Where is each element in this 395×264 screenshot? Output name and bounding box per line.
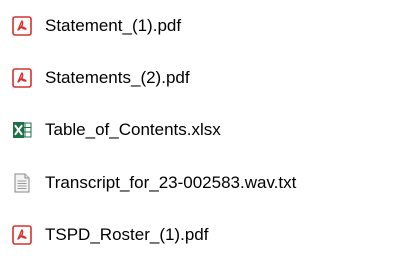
pdf-icon <box>12 68 32 88</box>
file-name: TSPD_Roster_(1).pdf <box>45 225 209 244</box>
file-item[interactable]: Statement_(1).pdf <box>0 0 395 52</box>
file-name: Transcript_for_23-002583.wav.txt <box>45 173 297 192</box>
file-item[interactable]: Table_of_Contents.xlsx <box>0 104 395 156</box>
file-item[interactable]: TSPD_Roster_(1).pdf <box>0 209 395 261</box>
text-file-icon <box>14 173 30 193</box>
file-name: Statement_(1).pdf <box>45 16 182 35</box>
file-name: Table_of_Contents.xlsx <box>45 120 221 139</box>
file-item[interactable]: Statements_(2).pdf <box>0 52 395 104</box>
excel-icon <box>13 122 32 138</box>
pdf-icon <box>12 225 32 245</box>
file-name: Statements_(2).pdf <box>45 68 190 87</box>
pdf-icon <box>12 16 32 36</box>
file-item[interactable]: Transcript_for_23-002583.wav.txt <box>0 157 395 209</box>
file-list: Statement_(1).pdf Statements_(2).pdf Tab… <box>0 0 395 264</box>
